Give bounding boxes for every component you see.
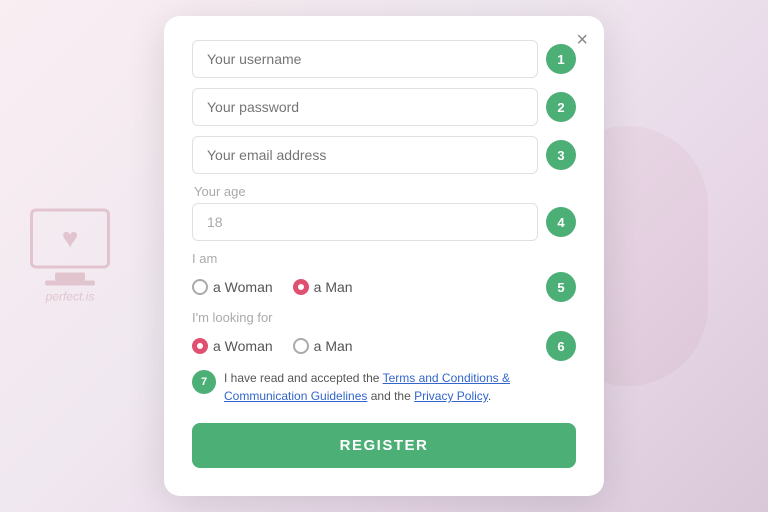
- terms-step-badge: 7: [192, 370, 216, 394]
- look-woman-label: a Woman: [213, 338, 273, 354]
- iam-man-option[interactable]: a Man: [293, 279, 353, 295]
- password-step-badge: 2: [546, 92, 576, 122]
- watermark-heart-icon: ♥: [62, 223, 79, 255]
- age-section: Your age 4: [192, 184, 576, 241]
- look-man-label: a Man: [314, 338, 353, 354]
- terms-text-after: .: [488, 389, 491, 403]
- age-label: Your age: [192, 184, 576, 199]
- terms-link2[interactable]: Privacy Policy: [414, 389, 488, 403]
- iam-woman-radio[interactable]: [192, 279, 208, 295]
- looking-step-badge: 6: [546, 331, 576, 361]
- watermark-base: [45, 281, 95, 286]
- looking-for-row: a Woman a Man 6: [192, 331, 576, 361]
- watermark-monitor-icon: ♥: [30, 209, 110, 269]
- username-row: 1: [192, 40, 576, 78]
- watermark-text: perfect.is: [46, 290, 95, 304]
- email-step-badge: 3: [546, 140, 576, 170]
- i-am-label: I am: [192, 251, 576, 266]
- username-input[interactable]: [192, 40, 538, 78]
- age-step-badge: 4: [546, 207, 576, 237]
- close-button[interactable]: ×: [576, 30, 588, 50]
- i-am-section: I am a Woman a Man 5: [192, 251, 576, 302]
- register-button[interactable]: REGISTER: [192, 423, 576, 468]
- password-row: 2: [192, 88, 576, 126]
- look-woman-option[interactable]: a Woman: [192, 338, 273, 354]
- terms-text-between: and the: [367, 389, 414, 403]
- iam-step-badge: 5: [546, 272, 576, 302]
- look-man-radio[interactable]: [293, 338, 309, 354]
- look-man-option[interactable]: a Man: [293, 338, 353, 354]
- iam-man-label: a Man: [314, 279, 353, 295]
- iam-woman-label: a Woman: [213, 279, 273, 295]
- username-step-badge: 1: [546, 44, 576, 74]
- age-input[interactable]: [192, 203, 538, 241]
- i-am-options: a Woman a Man: [192, 279, 538, 295]
- watermark-logo: ♥ perfect.is: [30, 209, 110, 304]
- i-am-row: a Woman a Man 5: [192, 272, 576, 302]
- looking-for-label: I'm looking for: [192, 310, 576, 325]
- watermark-stand: [55, 273, 85, 281]
- email-row: 3: [192, 136, 576, 174]
- terms-text: I have read and accepted the Terms and C…: [224, 369, 576, 405]
- looking-for-options: a Woman a Man: [192, 338, 538, 354]
- iam-woman-option[interactable]: a Woman: [192, 279, 273, 295]
- email-input[interactable]: [192, 136, 538, 174]
- looking-for-section: I'm looking for a Woman a Man 6: [192, 310, 576, 361]
- look-woman-radio[interactable]: [192, 338, 208, 354]
- terms-row: 7 I have read and accepted the Terms and…: [192, 369, 576, 405]
- registration-modal: × 1 2 3 Your age 4 I am a Woman: [164, 16, 604, 496]
- password-input[interactable]: [192, 88, 538, 126]
- age-row: 4: [192, 203, 576, 241]
- iam-man-radio[interactable]: [293, 279, 309, 295]
- terms-text-before: I have read and accepted the: [224, 371, 383, 385]
